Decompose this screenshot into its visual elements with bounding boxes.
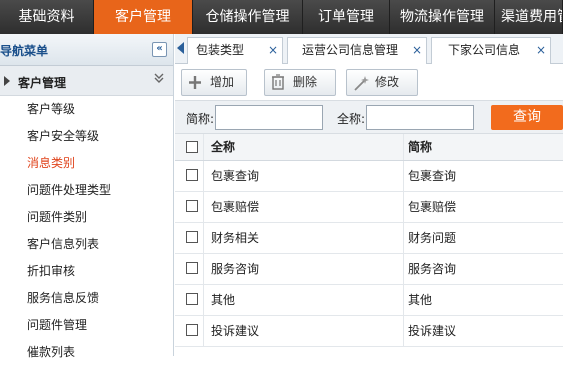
add-button-label: 增加 [210,75,235,89]
edit-button[interactable]: 修改 [346,69,418,96]
sidebar-item-customer-security-level[interactable]: 客户安全等级 [0,123,173,150]
plus-icon [188,70,202,104]
top-nav-item-basic-data[interactable]: 基础资料 [0,0,94,34]
top-nav-item-warehouse-ops[interactable]: 仓储操作管理 [193,0,303,34]
tab-label: 运营公司信息管理 [302,43,399,57]
delete-button[interactable]: 删除 [264,69,336,96]
full-name-label: 全称: [337,112,366,126]
column-header-short-name[interactable]: 简称 [408,134,432,161]
cell-full-name: 包裹查询 [211,169,260,183]
table-header-row: 全称 简称 [175,134,563,161]
row-checkbox[interactable] [186,262,198,274]
chevron-double-down-icon[interactable] [153,72,165,87]
table-row[interactable]: 其他 其他 [175,285,563,316]
full-name-input[interactable] [366,105,474,130]
top-nav-item-channel-fees[interactable]: 渠道费用管 [495,0,563,34]
caret-right-icon [4,76,10,86]
tab-operator-company-info[interactable]: 运营公司信息管理 × [287,37,427,64]
cell-short-name: 投诉建议 [408,324,457,338]
sidebar-item-message-category[interactable]: 消息类别 [0,150,173,177]
data-grid: 全称 简称 包裹查询 包裹查询 包裹赔偿 包裹赔偿 财务相关 财务问题 服务咨询… [175,134,563,347]
top-nav-item-customer-mgmt[interactable]: 客户管理 [94,0,193,34]
cell-short-name: 服务咨询 [408,262,457,276]
cell-full-name: 包裹赔偿 [211,200,260,214]
collapse-sidebar-icon[interactable]: « [152,42,167,57]
short-name-label: 简称: [186,112,215,126]
top-nav-item-logistics-ops[interactable]: 物流操作管理 [390,0,495,34]
cell-short-name: 包裹赔偿 [408,200,457,214]
cell-short-name: 财务问题 [408,231,457,245]
sidebar-item-problem-category[interactable]: 问题件类别 [0,204,173,231]
short-name-input[interactable] [215,105,323,130]
table-row[interactable]: 财务相关 财务问题 [175,223,563,254]
column-header-full-name[interactable]: 全称 [211,134,235,161]
row-checkbox[interactable] [186,324,198,336]
tab-bar: 包装类型 × 运营公司信息管理 × 下家公司信息 × [175,34,563,64]
sidebar-header: 导航菜单 « [0,34,173,66]
table-row[interactable]: 服务咨询 服务咨询 [175,254,563,285]
sidebar-group-label: 客户管理 [18,76,67,90]
wand-icon [353,70,369,104]
tab-label: 下家公司信息 [448,43,521,57]
close-icon[interactable]: × [412,38,422,63]
edit-button-label: 修改 [375,75,400,89]
delete-button-label: 删除 [293,75,318,89]
add-button[interactable]: 增加 [181,69,247,96]
sidebar-title: 导航菜单 [0,44,49,58]
tab-package-type[interactable]: 包装类型 × [187,37,283,64]
cell-full-name: 投诉建议 [211,324,260,338]
top-nav-item-order-mgmt[interactable]: 订单管理 [303,0,390,34]
sidebar-item-problem-handling-type[interactable]: 问题件处理类型 [0,177,173,204]
tab-downstream-company-info[interactable]: 下家公司信息 × [431,37,551,64]
cell-full-name: 其他 [211,293,236,307]
sidebar-item-customer-info-list[interactable]: 客户信息列表 [0,231,173,258]
query-button[interactable]: 查询 [491,105,563,130]
close-icon[interactable]: × [268,38,278,63]
sidebar: 导航菜单 « 客户管理 客户等级 客户安全等级 消息类别 问题件处理类型 问题件… [0,34,174,359]
row-checkbox[interactable] [186,169,198,181]
tab-label: 包装类型 [196,43,245,57]
sidebar-item-problem-mgmt[interactable]: 问题件管理 [0,312,173,339]
scroll-left-icon[interactable] [177,42,184,54]
cell-short-name: 包裹查询 [408,169,457,183]
trash-icon [271,70,285,104]
sidebar-item-service-feedback[interactable]: 服务信息反馈 [0,285,173,312]
row-checkbox[interactable] [186,200,198,212]
select-all-checkbox[interactable] [186,141,198,153]
toolbar: 增加 删除 修改 [175,64,563,100]
close-icon[interactable]: × [536,38,546,63]
row-checkbox[interactable] [186,293,198,305]
row-checkbox[interactable] [186,231,198,243]
table-row[interactable]: 包裹赔偿 包裹赔偿 [175,192,563,223]
sidebar-item-payment-reminder-list[interactable]: 催款列表 [0,339,173,366]
cell-full-name: 财务相关 [211,231,260,245]
sidebar-item-discount-review[interactable]: 折扣审核 [0,258,173,285]
table-row[interactable]: 包裹查询 包裹查询 [175,161,563,192]
sidebar-group-customer-mgmt[interactable]: 客户管理 [0,66,173,96]
table-row[interactable]: 投诉建议 投诉建议 [175,316,563,347]
cell-short-name: 其他 [408,293,433,307]
sidebar-item-customer-level[interactable]: 客户等级 [0,96,173,123]
top-nav: 基础资料 客户管理 仓储操作管理 订单管理 物流操作管理 渠道费用管 [0,0,563,34]
cell-full-name: 服务咨询 [211,262,260,276]
